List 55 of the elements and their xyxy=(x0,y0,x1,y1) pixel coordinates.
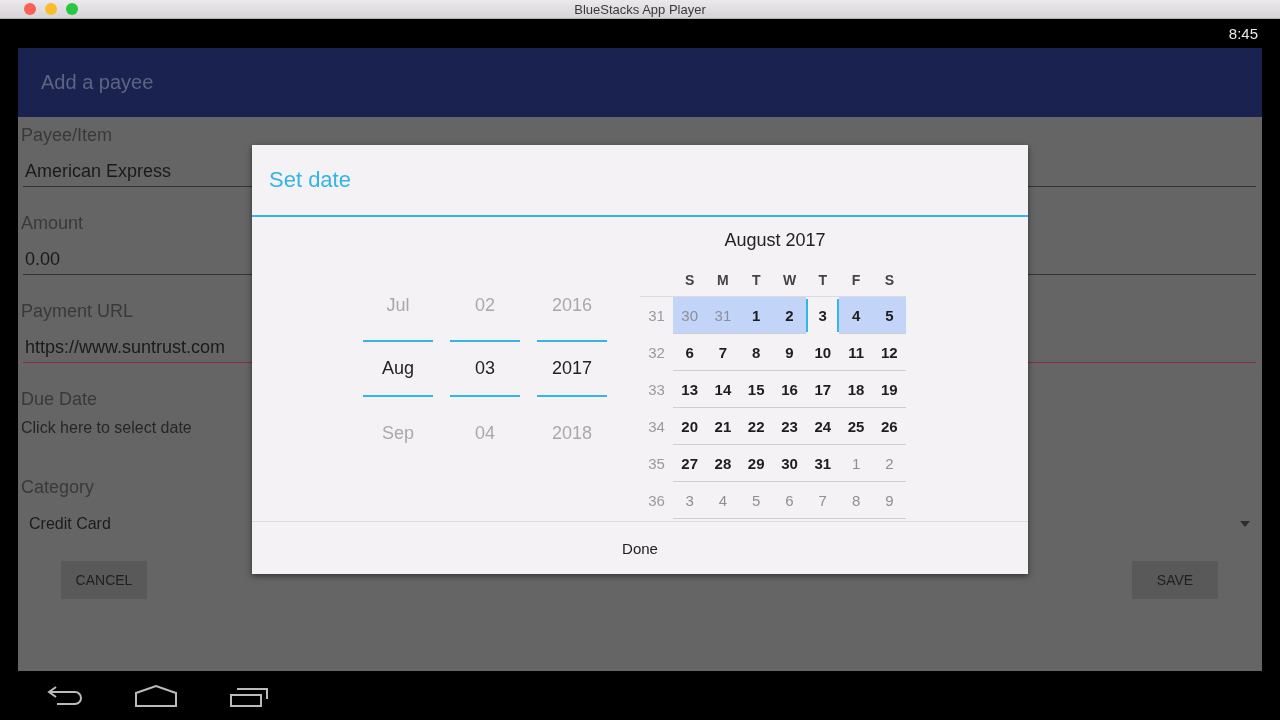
month-title: August 2017 xyxy=(724,230,826,252)
clock: 8:45 xyxy=(1228,25,1258,42)
calendar-day[interactable]: 2 xyxy=(772,297,807,334)
calendar-day[interactable]: 21 xyxy=(706,408,740,445)
home-icon[interactable] xyxy=(135,684,177,707)
calendar-day[interactable]: 4 xyxy=(839,297,873,334)
calendar-day[interactable]: 8 xyxy=(739,334,773,371)
week-number: 35 xyxy=(648,455,665,472)
calendar-day[interactable]: 12 xyxy=(872,334,906,371)
calendar-day[interactable]: 16 xyxy=(772,371,807,408)
weekday-label: F xyxy=(851,272,861,288)
calendar-day[interactable]: 10 xyxy=(806,334,840,371)
calendar-day[interactable]: 29 xyxy=(739,445,773,482)
weekday-label: T xyxy=(818,272,828,288)
calendar-day[interactable]: 19 xyxy=(872,371,906,408)
window-title: BlueStacks App Player xyxy=(574,1,706,17)
dialog-title: Set date xyxy=(269,167,351,193)
calendar-day[interactable]: 30 xyxy=(772,445,807,482)
dropdown-caret-icon xyxy=(1240,521,1250,527)
spinner-value[interactable]: 2017 xyxy=(551,358,592,379)
calendar-day[interactable]: 26 xyxy=(872,408,906,445)
weekday-label: M xyxy=(717,272,729,288)
weekday-label: S xyxy=(884,272,894,288)
week-number: 31 xyxy=(648,307,665,324)
calendar-day[interactable]: 1 xyxy=(739,297,773,334)
calendar-day[interactable]: 24 xyxy=(806,408,840,445)
spinner-value[interactable]: Aug xyxy=(382,358,414,379)
calendar-day[interactable]: 22 xyxy=(739,408,773,445)
weekday-label: T xyxy=(751,272,761,288)
week-number: 33 xyxy=(648,381,665,398)
calendar-day[interactable]: 28 xyxy=(706,445,740,482)
calendar-day[interactable]: 27 xyxy=(673,445,707,482)
calendar-day[interactable]: 18 xyxy=(839,371,873,408)
back-icon[interactable] xyxy=(47,684,83,707)
calendar-day[interactable]: 5 xyxy=(872,297,906,334)
week-number: 34 xyxy=(648,418,665,435)
calendar-day[interactable]: 14 xyxy=(706,371,740,408)
calendar-day[interactable]: 6 xyxy=(673,334,707,371)
week-number: 32 xyxy=(648,344,665,361)
calendar-day[interactable]: 7 xyxy=(706,334,740,371)
calendar-day[interactable]: 17 xyxy=(806,371,840,408)
calendar-day[interactable]: 25 xyxy=(839,408,873,445)
spinner-value[interactable]: 03 xyxy=(475,358,495,379)
weekday-label: W xyxy=(782,272,797,288)
calendar-day[interactable]: 9 xyxy=(772,334,807,371)
calendar-day[interactable]: 23 xyxy=(772,408,807,445)
calendar-day[interactable]: 13 xyxy=(673,371,707,408)
calendar-day[interactable]: 31 xyxy=(806,445,840,482)
calendar-day[interactable]: 20 xyxy=(673,408,707,445)
calendar-day[interactable]: 11 xyxy=(839,334,873,371)
weekday-label: S xyxy=(684,272,695,288)
app-title: Add a payee xyxy=(41,71,154,94)
calendar-day[interactable]: 15 xyxy=(739,371,773,408)
week-number: 36 xyxy=(648,492,665,509)
date-field[interactable]: Click here to select date xyxy=(21,419,321,437)
